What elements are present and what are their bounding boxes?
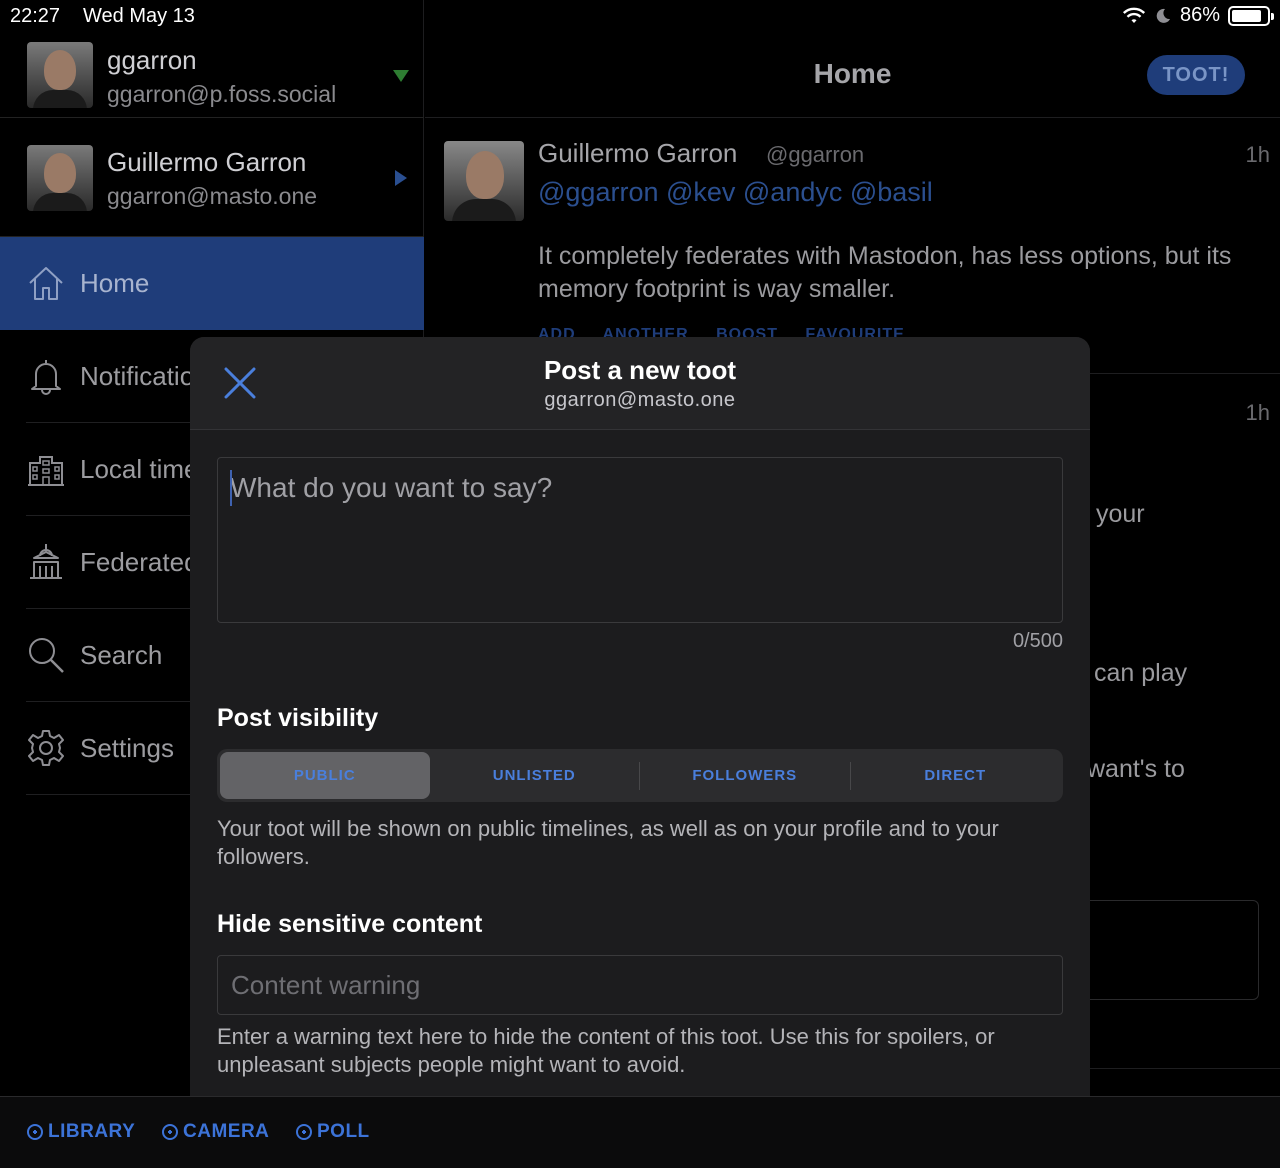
account-name: Guillermo Garron [107, 147, 307, 177]
post-timestamp: 1h [1245, 400, 1270, 425]
post-text-fragment: want's to [1087, 755, 1185, 783]
status-icons: 86% [1122, 4, 1274, 27]
home-icon [29, 267, 63, 300]
modal-header: Post a new toot ggarron@masto.one [190, 337, 1090, 430]
toot-button[interactable]: TOOT! [1147, 55, 1245, 95]
media-card [1085, 900, 1259, 1000]
modal-account: ggarron@masto.one [544, 389, 736, 411]
post-text-fragment: your [1096, 500, 1145, 528]
character-counter: 0/500 [1012, 630, 1063, 652]
modal-title: Post a new toot [543, 355, 737, 385]
poll-button[interactable]: POLL [296, 1121, 370, 1143]
sidebar-item-label: Home [80, 268, 150, 298]
post-body: It completely federates with Mastodon, h… [538, 242, 1232, 303]
camera-label: CAMERA [183, 1121, 270, 1142]
moon-icon [1156, 8, 1170, 23]
bell-icon [31, 360, 61, 395]
battery-icon [1228, 5, 1274, 26]
visibility-option-public[interactable]: PUBLIC [220, 752, 430, 799]
account-handle: ggarron@masto.one [107, 183, 318, 209]
library-label: LIBRARY [48, 1121, 136, 1142]
landmark-icon [30, 544, 62, 579]
poll-label: POLL [317, 1121, 370, 1142]
visibility-help-text: Your toot will be shown on public timeli… [217, 816, 999, 869]
sidebar-item-label: Settings [80, 733, 174, 763]
sidebar-item-label: Search [80, 640, 163, 670]
content-warning-input[interactable] [217, 955, 1063, 1015]
visibility-option-followers[interactable]: FOLLOWERS [640, 752, 850, 799]
sidebar-item-home[interactable]: Home [0, 237, 424, 330]
search-icon [29, 638, 64, 673]
avatar [27, 145, 93, 211]
post-timestamp: 1h [1245, 142, 1270, 167]
visibility-option-direct[interactable]: DIRECT [851, 752, 1061, 799]
text-cursor [230, 470, 232, 506]
wifi-icon [1122, 7, 1146, 23]
post-author-name[interactable]: Guillermo Garron [538, 138, 737, 169]
building-icon [28, 456, 64, 486]
library-button[interactable]: LIBRARY [27, 1121, 135, 1143]
account-name: ggarron [107, 45, 197, 75]
add-circle-icon [27, 1124, 43, 1140]
add-circle-icon [296, 1124, 312, 1140]
attachment-toolbar: LIBRARY CAMERA POLL [0, 1096, 1280, 1168]
camera-button[interactable]: CAMERA [162, 1121, 269, 1143]
visibility-label: Post visibility [217, 704, 379, 732]
compose-modal: Post a new toot ggarron@masto.one 0/500 … [190, 337, 1090, 1096]
content-warning-help-text: Enter a warning text here to hide the co… [217, 1024, 995, 1077]
visibility-option-unlisted[interactable]: UNLISTED [430, 752, 640, 799]
visibility-selector: PUBLIC UNLISTED FOLLOWERS DIRECT [217, 749, 1063, 802]
sidebar-item-label: Federated [80, 547, 199, 577]
compose-textarea[interactable] [217, 457, 1063, 623]
status-bar: 22:27 Wed May 13 86% [0, 0, 1280, 34]
chevron-right-icon[interactable] [395, 170, 407, 186]
chevron-down-icon[interactable] [393, 70, 409, 82]
gear-icon [28, 730, 64, 766]
divider [425, 117, 1280, 118]
avatar [27, 42, 93, 108]
battery-percent: 86% [1179, 4, 1220, 26]
avatar[interactable] [444, 141, 524, 221]
account-handle: ggarron@p.foss.social [107, 81, 337, 107]
sensitive-content-label: Hide sensitive content [217, 910, 483, 938]
add-circle-icon [162, 1124, 178, 1140]
post-author-handle: @ggarron [766, 142, 865, 167]
date: Wed May 13 [83, 5, 195, 27]
clock: 22:27 [10, 5, 61, 27]
post-text-fragment: can play [1094, 659, 1188, 687]
post-mentions[interactable]: @ggarron @kev @andyc @basil [538, 177, 933, 208]
account-guillermo-masto[interactable]: Guillermo Garron ggarron@masto.one [0, 118, 424, 237]
